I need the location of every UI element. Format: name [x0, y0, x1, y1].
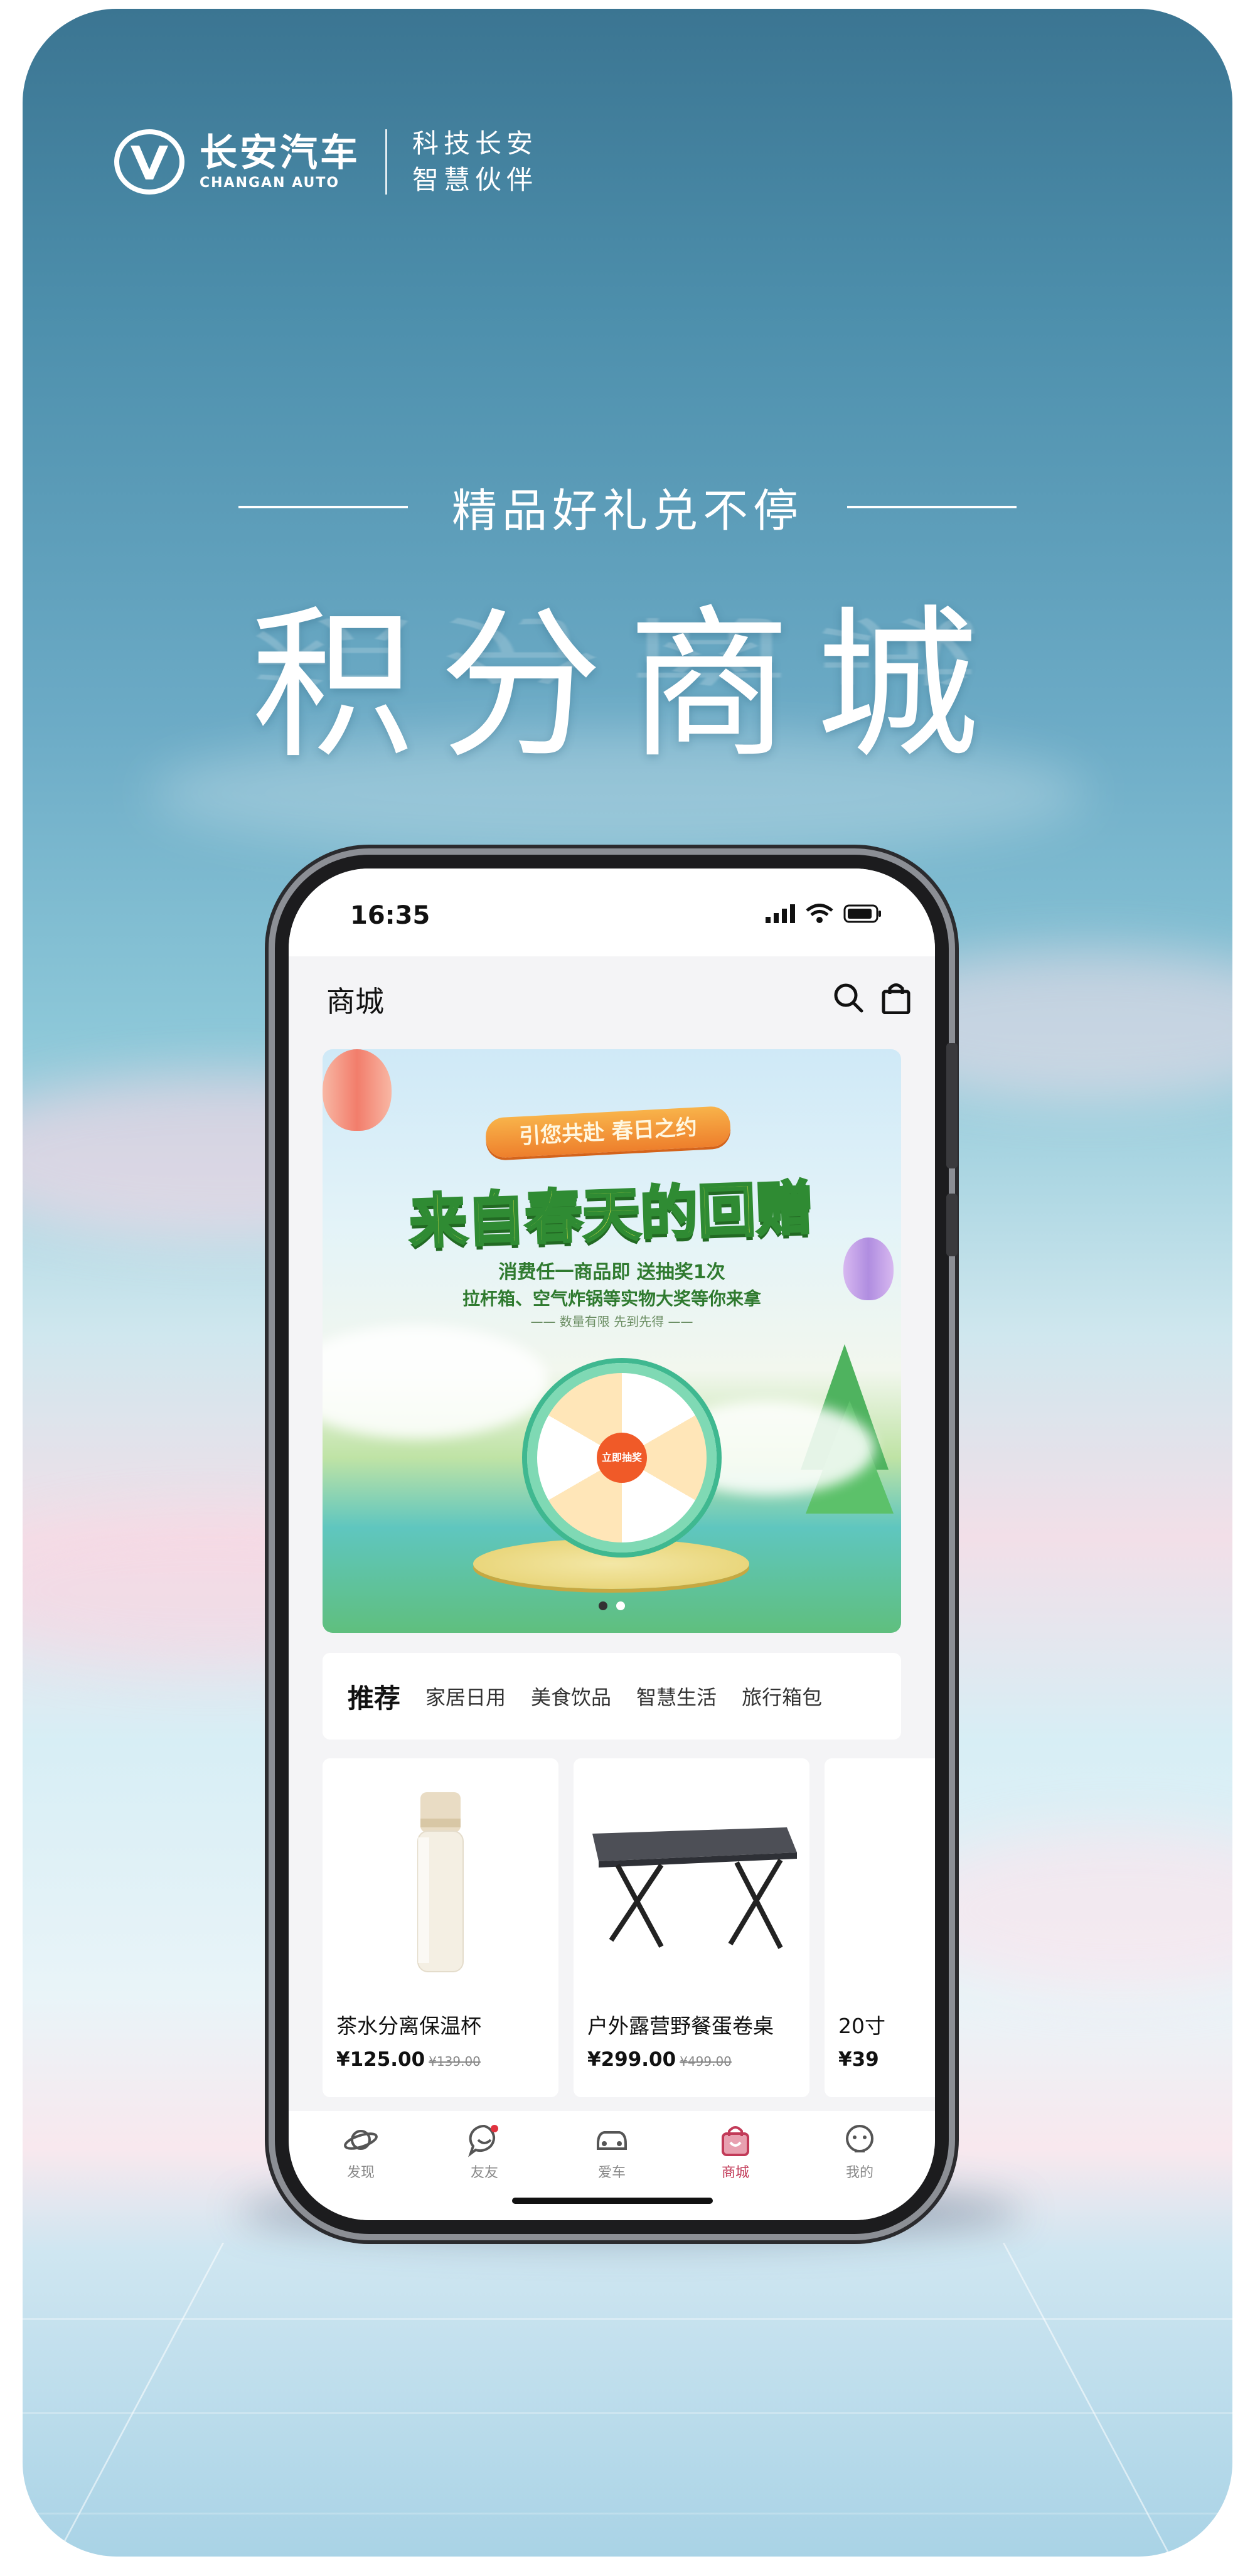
- changan-logo-icon: [114, 129, 184, 195]
- promo-banner[interactable]: 引您共赴 春日之约 来自春天的回赠 消费任一商品即 送抽奖1次 拉杆箱、空气炸锅…: [323, 1049, 901, 1633]
- phone-side-button: [946, 1194, 958, 1256]
- category-tabs: 推荐 家居日用 美食饮品 智慧生活 旅行箱包: [323, 1653, 901, 1740]
- hot-air-balloon-illustration: [323, 1049, 392, 1131]
- phone-side-button: [946, 1043, 958, 1168]
- tab-my-car[interactable]: 爱车: [574, 2122, 649, 2181]
- floor-line: [23, 2513, 1232, 2515]
- signal-icon: [766, 904, 795, 923]
- status-icons: [766, 904, 882, 924]
- original-price: ¥499.00: [680, 2054, 732, 2069]
- shopping-bag-icon: [722, 2126, 749, 2156]
- product-name: 户外露营野餐蛋卷桌: [587, 2014, 774, 2038]
- wifi-icon: [806, 904, 833, 923]
- pagination-dot-active[interactable]: [599, 1601, 607, 1610]
- planet-icon: [344, 2130, 378, 2150]
- banner-text-line-3: —— 数量有限 先到先得 ——: [530, 1314, 693, 1329]
- tab-label: 发现: [346, 2165, 375, 2181]
- original-price: ¥139.00: [429, 2054, 481, 2069]
- tab-discover[interactable]: 发现: [323, 2122, 398, 2181]
- price-value: ¥39: [838, 2048, 879, 2071]
- product-card[interactable]: 户外露营野餐蛋卷桌 ¥299.00 ¥499.00: [574, 1758, 809, 2097]
- slogan-line-2: 智慧伙伴: [412, 164, 538, 195]
- banner-tag: 引您共赴 春日之约: [484, 1105, 732, 1159]
- status-bar: 16:35: [289, 868, 935, 956]
- wheel-start-button[interactable]: 立即抽奖: [597, 1433, 647, 1483]
- pagination-dot[interactable]: [616, 1601, 625, 1610]
- chat-bubble-icon: [468, 2124, 498, 2157]
- app-bar: 商城: [289, 956, 935, 1032]
- headline-title-reflection: 积分商城: [251, 606, 1004, 692]
- headline-subtitle: 精品好礼兑不停: [451, 484, 803, 537]
- subtitle-divider-right: [847, 505, 1017, 508]
- banner-text-line-1: 消费任一商品即 送抽奖1次: [498, 1261, 725, 1283]
- camping-table-image: [592, 1827, 797, 1949]
- tab-label: 商城: [721, 2165, 749, 2181]
- category-tab-luggage[interactable]: 旅行箱包: [742, 1682, 822, 1711]
- status-time: 16:35: [350, 901, 430, 930]
- price-value: ¥299.00: [587, 2048, 676, 2071]
- brand-divider: [385, 129, 387, 195]
- banner-text-line-2: 拉杆箱、空气炸锅等实物大奖等你来拿: [462, 1288, 761, 1309]
- floor-line: [1002, 2243, 1178, 2557]
- tab-label: 我的: [845, 2165, 873, 2181]
- product-card[interactable]: 20寸 ¥39: [825, 1758, 935, 2097]
- cloud: [901, 1829, 1232, 1992]
- category-tab-smart-life[interactable]: 智慧生活: [636, 1682, 717, 1711]
- tab-label: 友友: [470, 2165, 498, 2181]
- battery-icon: [843, 904, 881, 923]
- tab-mall[interactable]: 商城: [698, 2122, 773, 2181]
- car-icon: [597, 2131, 627, 2150]
- subtitle-divider-left: [238, 505, 408, 508]
- brand-name-cn: 长安汽车: [200, 131, 360, 175]
- product-list: 茶水分离保温杯 ¥125.00 ¥139.00 户外露营野餐蛋卷桌 ¥299.00…: [323, 1758, 935, 2097]
- thermos-cup-image: [417, 1792, 464, 1972]
- subtitle-row: 精品好礼兑不停: [0, 474, 1255, 540]
- home-indicator[interactable]: [512, 2198, 713, 2204]
- brand-slogan: 科技长安 智慧伙伴: [412, 126, 538, 198]
- banner-title: 来自春天的回赠: [407, 1173, 816, 1257]
- banner-cloud: [323, 1325, 548, 1438]
- page-title: 商城: [326, 985, 384, 1018]
- banner-pagination: [323, 1601, 901, 1610]
- phone-screen: 16:35 商城 引您共赴 春日之约 来自春天的回赠 消费任一商品即 送抽奖1次…: [289, 868, 935, 2220]
- category-tab-recommend[interactable]: 推荐: [348, 1677, 400, 1716]
- tab-friends[interactable]: 友友: [447, 2122, 522, 2181]
- category-tab-food[interactable]: 美食饮品: [531, 1682, 611, 1711]
- search-icon[interactable]: [832, 981, 865, 1014]
- product-price: ¥299.00 ¥499.00: [587, 2048, 732, 2071]
- tab-me[interactable]: 我的: [822, 2122, 897, 2181]
- tab-label: 爱车: [597, 2165, 626, 2181]
- prize-wheel[interactable]: 立即抽奖: [527, 1363, 717, 1553]
- brand-name-en: CHANGAN AUTO: [200, 174, 340, 191]
- product-name: 茶水分离保温杯: [336, 2014, 481, 2038]
- category-tab-home[interactable]: 家居日用: [425, 1682, 506, 1711]
- phone-mockup: 16:35 商城 引您共赴 春日之约 来自春天的回赠 消费任一商品即 送抽奖1次…: [275, 855, 958, 2234]
- brand-name: 长安汽车 CHANGAN AUTO: [200, 134, 360, 191]
- floor-line: [23, 2318, 1232, 2320]
- product-name: 20寸: [838, 2014, 885, 2038]
- shopping-bag-icon[interactable]: [881, 981, 911, 1014]
- product-price: ¥39: [838, 2048, 879, 2071]
- price-value: ¥125.00: [336, 2048, 425, 2071]
- profile-icon: [846, 2125, 873, 2152]
- brand-header: 长安汽车 CHANGAN AUTO 科技长安 智慧伙伴: [113, 126, 538, 198]
- product-price: ¥125.00 ¥139.00: [336, 2048, 481, 2071]
- slogan-line-1: 科技长安: [412, 128, 538, 159]
- floor-line: [23, 2412, 1232, 2414]
- product-card[interactable]: 茶水分离保温杯 ¥125.00 ¥139.00: [323, 1758, 558, 2097]
- floor-line: [48, 2243, 225, 2557]
